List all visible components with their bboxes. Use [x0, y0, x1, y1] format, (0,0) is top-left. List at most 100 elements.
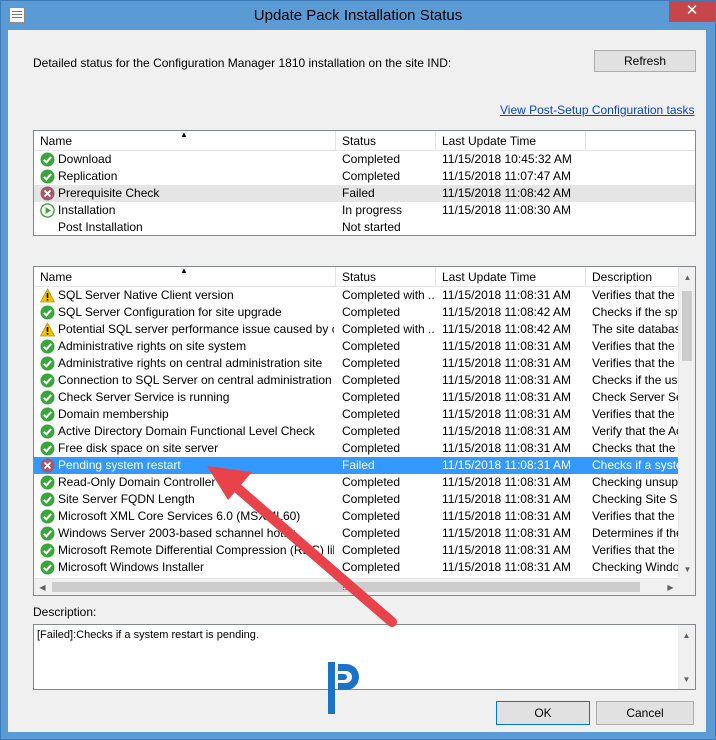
column-header-status[interactable]: Status	[336, 267, 436, 287]
description-box[interactable]: [Failed]:Checks if a system restart is p…	[33, 624, 696, 690]
list-header: Name ▲ Status Last Update Time	[34, 131, 695, 151]
table-row[interactable]: Microsoft Windows Installer Completed 11/1…	[34, 559, 695, 576]
installation-steps-list[interactable]: Name ▲ Status Last Update Time Download C…	[33, 130, 696, 236]
row-description: Verifies that the Mi	[592, 509, 680, 523]
check-icon	[40, 152, 55, 167]
row-name: Potential SQL server performance issue c…	[58, 322, 334, 336]
row-name: Microsoft XML Core Services 6.0 (MSXML60…	[58, 509, 301, 523]
logo-watermark	[328, 662, 359, 714]
check-icon	[40, 356, 55, 371]
table-row[interactable]: SQL Server Configuration for site upgrad…	[34, 304, 695, 321]
error-icon	[40, 458, 55, 473]
table-row[interactable]: Pending system restart Failed 11/15/2018 1…	[34, 457, 695, 474]
list-header: Name ▲ Status Last Update Time Descripti…	[34, 267, 695, 287]
column-header-status[interactable]: Status	[336, 131, 436, 151]
row-description: Verify that the Activ	[592, 424, 680, 438]
table-row[interactable]: Free disk space on site server Completed 1…	[34, 440, 695, 457]
table-row[interactable]: Post Installation Not started	[34, 219, 695, 235]
table-row[interactable]: Connection to SQL Server on central admi…	[34, 372, 695, 389]
row-description: Checks if the user	[592, 373, 680, 387]
table-row[interactable]: Windows Server 2003-based schannel hotfi…	[34, 525, 695, 542]
table-row[interactable]: Administrative rights on site system Comp…	[34, 338, 695, 355]
sort-ascending-icon: ▲	[180, 267, 188, 275]
column-header-name[interactable]: Name ▲	[34, 267, 336, 287]
row-name: Microsoft Windows Installer	[58, 560, 205, 574]
table-row[interactable]: Replication Completed 11/15/2018 11:07:47 …	[34, 168, 695, 185]
row-last-update: 11/15/2018 10:45:32 AM	[442, 152, 572, 166]
sort-ascending-icon: ▲	[180, 131, 188, 139]
check-icon	[40, 407, 55, 422]
row-status: Completed	[342, 526, 401, 540]
description-scrollbar[interactable]: ▲ ▼	[678, 625, 695, 689]
cancel-button[interactable]: Cancel	[596, 701, 694, 725]
table-row[interactable]: Prerequisite Check Failed 11/15/2018 11:08…	[34, 185, 695, 202]
table-row[interactable]: Site Server FQDN Length Completed 11/15/20…	[34, 491, 695, 508]
title-bar[interactable]: Update Pack Installation Status ✕	[1, 1, 715, 31]
column-header-empty	[586, 131, 695, 151]
window-title: Update Pack Installation Status	[253, 7, 463, 24]
warning-icon	[40, 322, 55, 337]
description-text: [Failed]:Checks if a system restart is p…	[37, 629, 259, 641]
row-description: Checks that the sit	[592, 441, 680, 455]
column-header-description[interactable]: Description	[586, 267, 680, 287]
in-progress-icon	[40, 203, 55, 218]
check-icon	[40, 526, 55, 541]
close-button[interactable]: ✕	[669, 1, 715, 22]
column-header-last-update[interactable]: Last Update Time	[436, 267, 586, 287]
row-status: Completed	[342, 305, 401, 319]
table-row[interactable]: Installation In progress 11/15/2018 11:08:…	[34, 202, 695, 219]
table-row[interactable]: Potential SQL server performance issue c…	[34, 321, 695, 338]
row-name: Windows Server 2003-based schannel hotfi…	[58, 526, 296, 540]
scrollbar-thumb-horizontal[interactable]: ⁞⁞⁞	[52, 582, 640, 592]
refresh-button[interactable]: Refresh	[594, 50, 696, 72]
table-row[interactable]: Read-Only Domain Controller Completed 11/1…	[34, 474, 695, 491]
table-row[interactable]: Check Server Service is running Completed…	[34, 389, 695, 406]
row-status: Completed	[342, 475, 401, 489]
column-header-last-update[interactable]: Last Update Time	[436, 131, 586, 151]
row-last-update: 11/15/2018 11:08:31 AM	[442, 356, 571, 370]
table-row[interactable]: SQL Server Native Client version Complete…	[34, 287, 695, 304]
table-row[interactable]: Domain membership Completed 11/15/2018 11:…	[34, 406, 695, 423]
scroll-up-icon[interactable]: ▲	[679, 269, 695, 286]
row-description: Checking unsuppo	[592, 475, 680, 489]
description-label: Description:	[33, 605, 97, 619]
scroll-right-icon[interactable]: ▶	[662, 579, 679, 595]
row-last-update: 11/15/2018 11:08:31 AM	[442, 560, 571, 574]
row-last-update: 11/15/2018 11:08:42 AM	[442, 322, 571, 336]
row-last-update: 11/15/2018 11:08:42 AM	[442, 186, 571, 200]
row-status: Completed	[342, 390, 401, 404]
status-description: Detailed status for the Configuration Ma…	[33, 56, 452, 70]
ok-button[interactable]: OK	[496, 701, 590, 725]
row-status: Not started	[342, 220, 401, 234]
table-row[interactable]: Active Directory Domain Functional Level…	[34, 423, 695, 440]
row-description: Checks if a system	[592, 458, 680, 472]
post-setup-link[interactable]: View Post-Setup Configuration tasks	[500, 103, 695, 117]
row-name: Administrative rights on site system	[58, 339, 247, 353]
row-last-update: 11/15/2018 11:08:31 AM	[442, 492, 571, 506]
check-icon	[40, 390, 55, 405]
table-row[interactable]: Download Completed 11/15/2018 10:45:32 AM	[34, 151, 695, 168]
table-row[interactable]: Administrative rights on central adminis…	[34, 355, 695, 372]
row-last-update: 11/15/2018 11:08:31 AM	[442, 509, 571, 523]
scroll-up-icon[interactable]: ▲	[678, 627, 695, 644]
row-status: Failed	[342, 458, 375, 472]
horizontal-scrollbar[interactable]: ◀ ⁞⁞⁞ ▶	[34, 578, 680, 595]
prerequisite-checks-list[interactable]: Name ▲ Status Last Update Time Descripti…	[33, 266, 696, 596]
scroll-down-icon[interactable]: ▼	[678, 671, 695, 688]
check-icon	[40, 560, 55, 575]
row-name: SQL Server Native Client version	[58, 288, 234, 302]
check-icon	[40, 441, 55, 456]
vertical-scrollbar[interactable]: ▲ ▼	[678, 267, 695, 595]
row-status: Completed	[342, 509, 401, 523]
row-last-update: 11/15/2018 11:08:31 AM	[442, 441, 571, 455]
row-description: Verifies that the co	[592, 407, 680, 421]
table-row[interactable]: Microsoft XML Core Services 6.0 (MSXML60…	[34, 508, 695, 525]
scroll-down-icon[interactable]: ▼	[679, 561, 695, 578]
scrollbar-thumb[interactable]	[682, 291, 692, 361]
row-last-update: 11/15/2018 11:08:31 AM	[442, 526, 571, 540]
column-header-name[interactable]: Name ▲	[34, 131, 336, 151]
table-row[interactable]: Microsoft Remote Differential Compressio…	[34, 542, 695, 559]
scroll-left-icon[interactable]: ◀	[34, 579, 51, 595]
row-name: Connection to SQL Server on central admi…	[58, 373, 334, 387]
row-name: Check Server Service is running	[58, 390, 230, 404]
